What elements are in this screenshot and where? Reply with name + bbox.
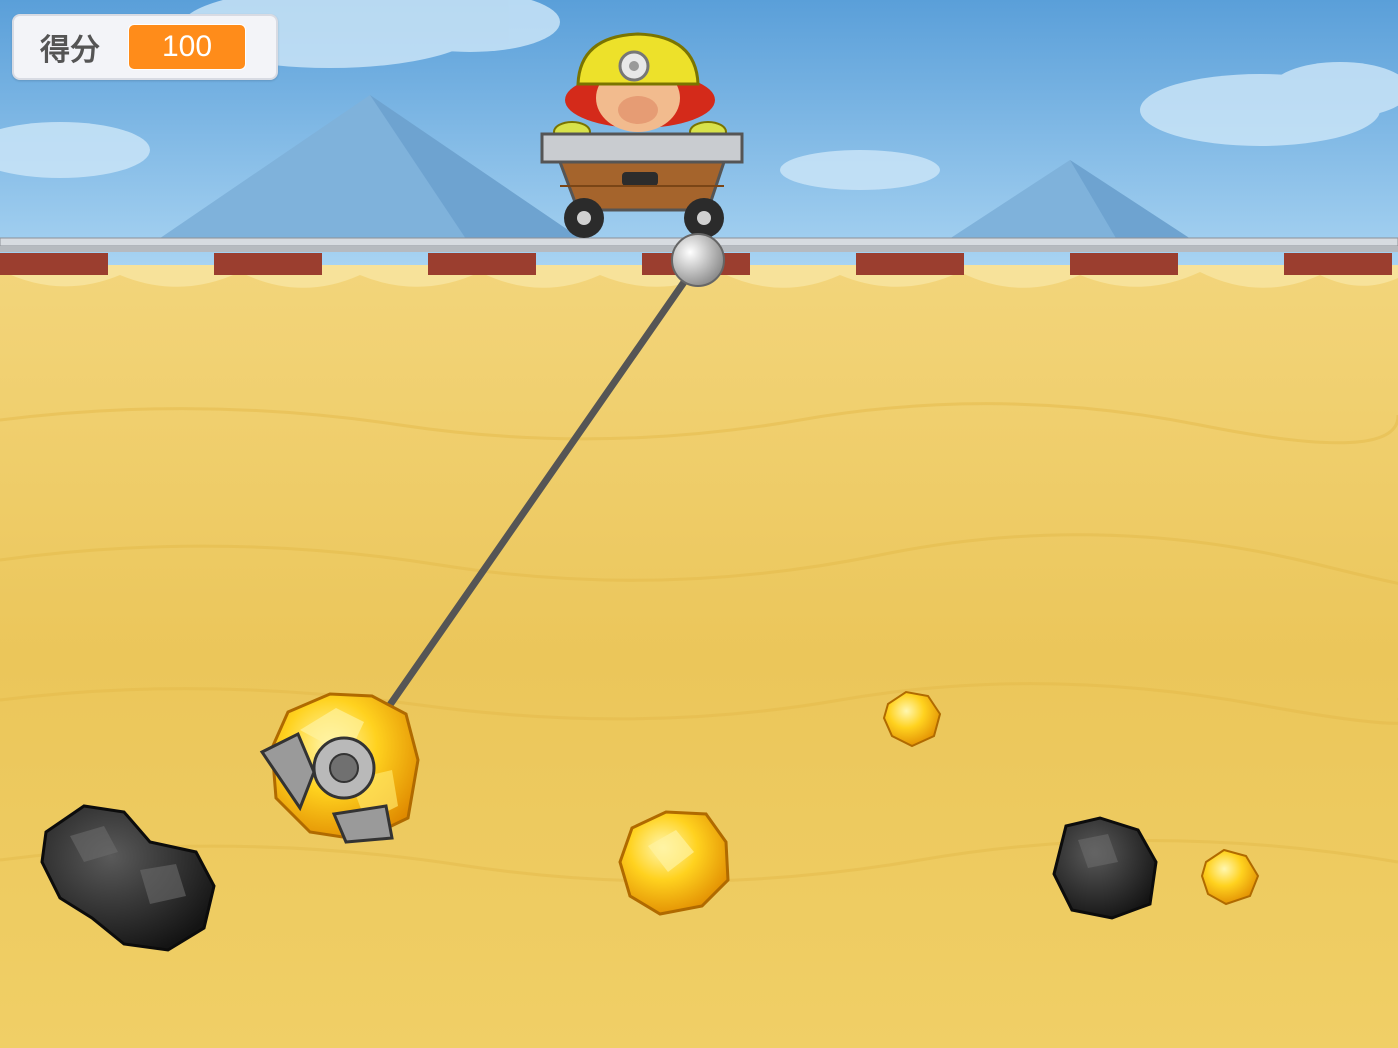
- pulley-icon: [671, 233, 725, 287]
- sand-ground: [0, 265, 1398, 1048]
- coal-rock-medium: [1052, 816, 1158, 920]
- score-label: 得分: [40, 33, 100, 68]
- game-stage[interactable]: 得分 100: [0, 0, 1398, 1048]
- score-monitor: 得分 100: [12, 14, 278, 80]
- score-value: 100: [128, 24, 246, 70]
- scene: [0, 0, 1398, 1048]
